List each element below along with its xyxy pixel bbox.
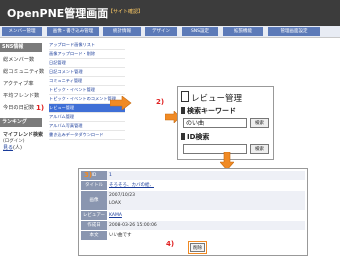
nav-extensions[interactable]: 拡張機能 bbox=[223, 27, 263, 36]
review-search-panel: レビュー管理 検索キーワード のい曲 検索 ID検索 検索 bbox=[177, 86, 274, 160]
menu-community[interactable]: コミュニティ管理 bbox=[49, 77, 125, 86]
menu-topic[interactable]: トピック・イベント管理 bbox=[49, 86, 125, 95]
review-panel-title: レビュー管理 bbox=[191, 94, 243, 104]
title-marker-icon bbox=[181, 91, 189, 102]
sidebar: SNS情報 総メンバー数 総コミュニティ数 アクティブ率 平均フレンド数 今日の… bbox=[0, 40, 45, 257]
detail-row-body: 本文 いい曲です bbox=[81, 231, 305, 241]
menu-diary[interactable]: 日記管理 bbox=[49, 59, 125, 68]
menu-album[interactable]: アルバム管理 bbox=[49, 113, 125, 122]
content-menu: アップロード画像リスト 画像アップロード・削除 日記管理 日記コメント管理 コミ… bbox=[46, 41, 126, 186]
detail-label-created: 作成日 bbox=[81, 221, 107, 230]
detail-label-reviewer: レビュアー bbox=[81, 211, 107, 220]
keyword-search-button[interactable]: 検索 bbox=[250, 118, 269, 128]
menu-image-upload[interactable]: 画像アップロード・削除 bbox=[49, 50, 125, 59]
header-bar: OpenPNE管理画面 【サイト確認】 bbox=[0, 0, 340, 26]
detail-row-title: タイトル そろそろ、カバの絵、 bbox=[81, 181, 305, 191]
detail-value-loax: LOAX bbox=[109, 201, 121, 206]
id-input[interactable] bbox=[183, 144, 247, 154]
stat-diaries: 今日の日記数 bbox=[3, 105, 35, 111]
mypage-search-label: マイフレンド検索 bbox=[3, 132, 44, 138]
review-title-row: レビュー管理 bbox=[181, 91, 242, 104]
app-subtitle: 【サイト確認】 bbox=[108, 9, 144, 15]
detail-row-id: ID 1 bbox=[81, 171, 305, 181]
step-1-arrow-icon bbox=[110, 96, 132, 110]
detail-row-reviewer: レビュアー KAMA bbox=[81, 211, 305, 221]
detail-label-body: 本文 bbox=[81, 231, 107, 240]
id-search-button[interactable]: 検索 bbox=[250, 144, 269, 154]
stat-members: 総メンバー数 bbox=[3, 57, 35, 63]
review-detail-panel: ID 1 タイトル そろそろ、カバの絵、 画像 2007/10/23 LOAX … bbox=[78, 168, 308, 256]
step-4-label: 4) bbox=[166, 240, 175, 248]
step-3-label: 3) bbox=[84, 171, 93, 179]
nav-sns[interactable]: SNS設定 bbox=[182, 27, 218, 36]
menu-download[interactable]: 書き込みデータダウンロード bbox=[49, 131, 125, 140]
nav-member[interactable]: メンバー管理 bbox=[2, 27, 42, 36]
detail-value-created: 2008-03-26 15:00:06 bbox=[109, 223, 157, 228]
mypage-tail: (人) bbox=[13, 145, 22, 151]
detail-value-title[interactable]: そろそろ、カバの絵、 bbox=[109, 181, 154, 190]
stat-communities: 総コミュニティ数 bbox=[3, 69, 45, 75]
detail-value-reviewer[interactable]: KAMA bbox=[109, 211, 122, 220]
id-marker-icon bbox=[181, 133, 185, 140]
menu-diary-comment[interactable]: 日記コメント管理 bbox=[49, 68, 125, 77]
id-label-row: ID検索 bbox=[181, 132, 209, 142]
mypage-view-link[interactable]: 見る bbox=[3, 145, 13, 151]
menu-album-photo[interactable]: アルバム写真管理 bbox=[49, 122, 125, 131]
nav-admin-settings[interactable]: 管理画面設定 bbox=[268, 27, 320, 36]
nav-stats[interactable]: 統計情報 bbox=[103, 27, 141, 36]
stat-friends: 平均フレンド数 bbox=[3, 93, 40, 99]
detail-value-id[interactable]: 1 bbox=[109, 171, 112, 180]
main-nav: メンバー管理 画像・書き込み管理 統計情報 デザイン SNS設定 拡張機能 管理… bbox=[0, 26, 340, 38]
id-search-label: ID検索 bbox=[187, 133, 210, 141]
detail-row-created: 作成日 2008-03-26 15:00:06 bbox=[81, 221, 305, 231]
keyword-input[interactable]: のい曲 bbox=[183, 118, 247, 128]
keyword-marker-icon bbox=[181, 107, 185, 114]
delete-button[interactable]: 削除 bbox=[188, 241, 207, 254]
mypage-search-row: 見る(人) bbox=[3, 144, 22, 151]
nav-design[interactable]: デザイン bbox=[145, 27, 177, 36]
keyword-label-row: 検索キーワード bbox=[181, 106, 236, 116]
keyword-label: 検索キーワード bbox=[187, 107, 236, 115]
detail-label-image: 画像 bbox=[81, 191, 107, 210]
nav-content[interactable]: 画像・書き込み管理 bbox=[47, 27, 99, 36]
step-2-label: 2) bbox=[156, 98, 165, 106]
step-1-label: 1) bbox=[36, 104, 45, 112]
app-title: OpenPNE管理画面 bbox=[7, 7, 109, 20]
ranking-header: ランキング bbox=[0, 118, 42, 127]
detail-value-body: いい曲です bbox=[109, 233, 132, 238]
sns-info-header: SNS情報 bbox=[0, 43, 42, 52]
detail-label-title: タイトル bbox=[81, 181, 107, 190]
menu-upload-list[interactable]: アップロード画像リスト bbox=[49, 41, 125, 50]
detail-row-image: 画像 2007/10/23 LOAX bbox=[81, 191, 305, 211]
stat-active: アクティブ率 bbox=[3, 81, 34, 87]
